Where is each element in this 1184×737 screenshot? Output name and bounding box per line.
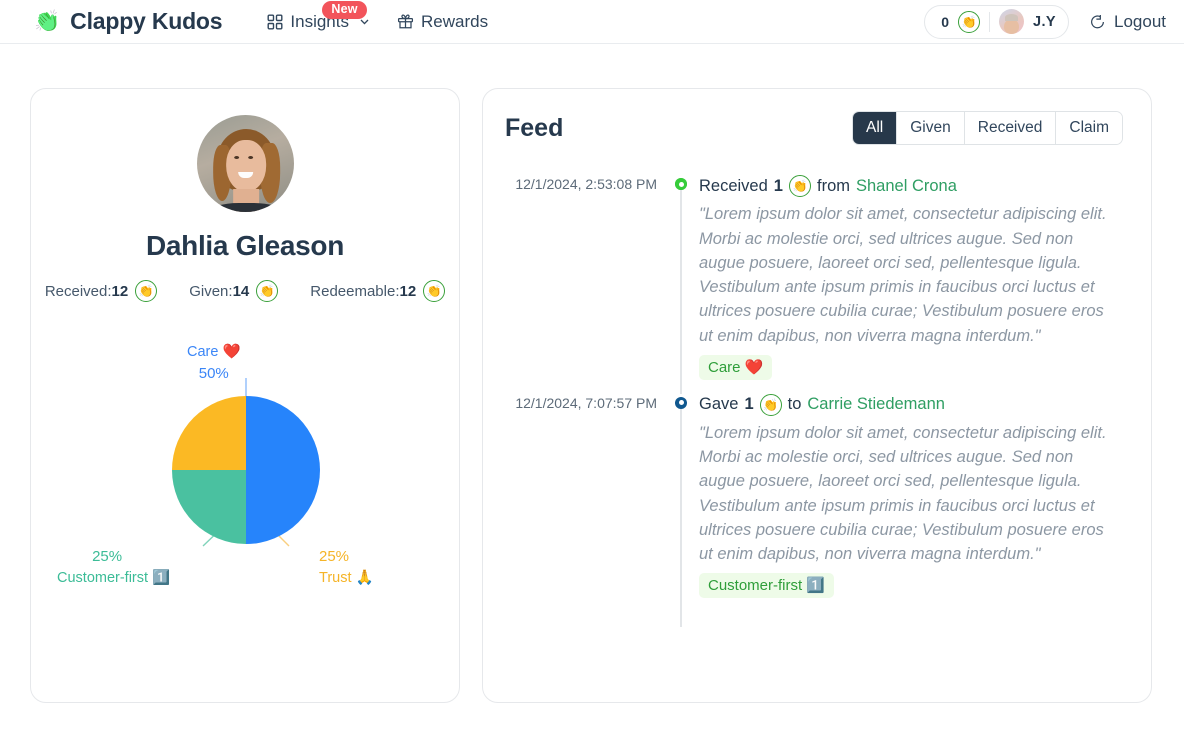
brand-name: Clappy Kudos (70, 8, 223, 34)
profile-card: Dahlia Gleason Received:12 👏 Given:14 👏 … (30, 88, 460, 703)
feed-item-person[interactable]: Carrie Stiedemann (807, 395, 945, 414)
stat-received: Received:12 👏 (29, 280, 173, 302)
grid-icon (266, 13, 283, 30)
nav-links: Insights New Rewards (266, 0, 488, 32)
feed-header: Feed All Given Received Claim (505, 111, 1123, 146)
feed-item-body: Received 1 👏 from Shanel Crona "Lorem ip… (699, 175, 1123, 380)
filter-all[interactable]: All (853, 112, 897, 145)
profile-avatar (196, 115, 294, 212)
filter-claim[interactable]: Claim (1055, 112, 1122, 145)
account-pill[interactable]: 0 👏 J.Y (924, 4, 1069, 39)
feed-item: 12/1/2024, 2:53:08 PM Received 1 👏 from … (505, 175, 1123, 394)
feed-item-action: Gave (699, 395, 739, 414)
stat-given: Given:14 👏 (173, 280, 294, 302)
pie-label-trust-name: Trust 🙏 (319, 569, 374, 586)
feed-title: Feed (505, 113, 564, 142)
page-title: Dahlia Gleason (145, 230, 345, 261)
feed-item: 12/1/2024, 7:07:57 PM Gave 1 👏 to Carrie… (505, 393, 1123, 627)
status-badge: Care ❤️ (699, 354, 773, 380)
feed-item-message: "Lorem ipsum dolor sit amet, consectetur… (699, 205, 1107, 345)
top-navbar: 👏 Clappy Kudos Insights New Rewards 0 👏 … (0, 0, 1184, 44)
stat-redeemable-value: 12 (399, 282, 417, 300)
timeline-line (680, 408, 682, 627)
pie-label-customer-first: 25% Customer-first 1️⃣ (57, 546, 170, 589)
pie-circle (172, 396, 320, 544)
nav-item-rewards-label: Rewards (420, 11, 489, 31)
pie-label-care-name: Care ❤️ (187, 344, 241, 360)
pill-divider (989, 11, 991, 32)
feed-item-person[interactable]: Shanel Crona (856, 177, 957, 196)
stat-redeemable-label: Redeemable: (310, 282, 400, 300)
stat-given-label: Given: (189, 282, 233, 300)
feed-item-action: Received (699, 176, 768, 195)
clapping-hands-coin-icon: 👏 (256, 280, 279, 302)
user-initials: J.Y (1033, 13, 1056, 30)
timeline-line (680, 190, 682, 394)
logout-button[interactable]: Logout (1089, 12, 1166, 32)
pie-label-customer-first-percent: 25% (92, 548, 123, 565)
clapping-hands-coin-icon: 👏 (958, 10, 981, 33)
values-pie-chart: Care ❤️ 50% 25% Customer-first 1️⃣ 25% T… (51, 334, 441, 614)
profile-stats: Received:12 👏 Given:14 👏 Redeemable:12 👏 (45, 280, 446, 302)
pie-label-care: Care ❤️ 50% (187, 342, 241, 385)
clapping-hands-coin-icon: 👏 (759, 393, 782, 416)
avatar-face (209, 129, 284, 212)
timeline-rail (673, 175, 699, 394)
stat-redeemable: Redeemable:12 👏 (294, 280, 461, 302)
feed-item-preposition: to (787, 395, 802, 414)
stat-received-value: 12 (111, 282, 129, 300)
feed-item-headline: Received 1 👏 from Shanel Crona (699, 175, 1117, 198)
gift-icon (397, 13, 414, 30)
feed-item-message: "Lorem ipsum dolor sit amet, consectetur… (699, 423, 1107, 564)
nav-item-insights[interactable]: Insights New (266, 0, 371, 32)
pie-label-trust-percent: 25% (319, 548, 350, 565)
status-badge: Customer-first 1️⃣ (699, 573, 835, 599)
timeline-rail (673, 394, 699, 627)
nav-new-badge: New (322, 0, 367, 20)
nav-item-rewards[interactable]: Rewards (397, 12, 488, 32)
feed-item-body: Gave 1 👏 to Carrie Stiedemann "Lorem ips… (699, 393, 1123, 599)
page-content: Dahlia Gleason Received:12 👏 Given:14 👏 … (0, 44, 1184, 703)
feed-item-date: 12/1/2024, 2:53:08 PM (515, 176, 657, 193)
feed-item-amount: 1 (744, 395, 754, 414)
feed-filter-group: All Given Received Claim (852, 111, 1123, 146)
clapping-hands-icon: 👏 (34, 10, 61, 33)
feed-item-date: 12/1/2024, 7:07:57 PM (515, 394, 657, 411)
stat-received-label: Received: (44, 282, 112, 300)
pie-label-care-percent: 50% (198, 365, 229, 383)
stat-given-value: 14 (232, 282, 250, 300)
clapping-hands-coin-icon: 👏 (788, 175, 811, 198)
avatar[interactable] (999, 9, 1025, 34)
logout-label: Logout (1114, 11, 1166, 31)
feed-item-headline: Gave 1 👏 to Carrie Stiedemann (699, 393, 1117, 416)
feed-item-preposition: from (816, 176, 850, 195)
feed-item-amount: 1 (773, 176, 783, 195)
brand-logo[interactable]: 👏 Clappy Kudos (34, 8, 223, 35)
filter-received[interactable]: Received (963, 112, 1056, 145)
timeline-dot-given (675, 396, 687, 409)
clapping-hands-coin-icon: 👏 (423, 280, 446, 302)
timeline-dot-received (675, 178, 687, 191)
pie-label-customer-first-name: Customer-first 1️⃣ (57, 569, 171, 586)
logout-icon (1089, 13, 1106, 30)
feed-timeline: 12/1/2024, 2:53:08 PM Received 1 👏 from … (505, 175, 1123, 627)
nav-right-group: 0 👏 J.Y Logout (924, 4, 1166, 39)
feed-card: Feed All Given Received Claim 12/1/2024,… (482, 88, 1152, 703)
clapping-hands-coin-icon: 👏 (135, 280, 158, 302)
pie-label-trust: 25% Trust 🙏 (319, 546, 374, 589)
kudos-count: 0 (941, 13, 950, 30)
filter-given[interactable]: Given (896, 112, 964, 145)
